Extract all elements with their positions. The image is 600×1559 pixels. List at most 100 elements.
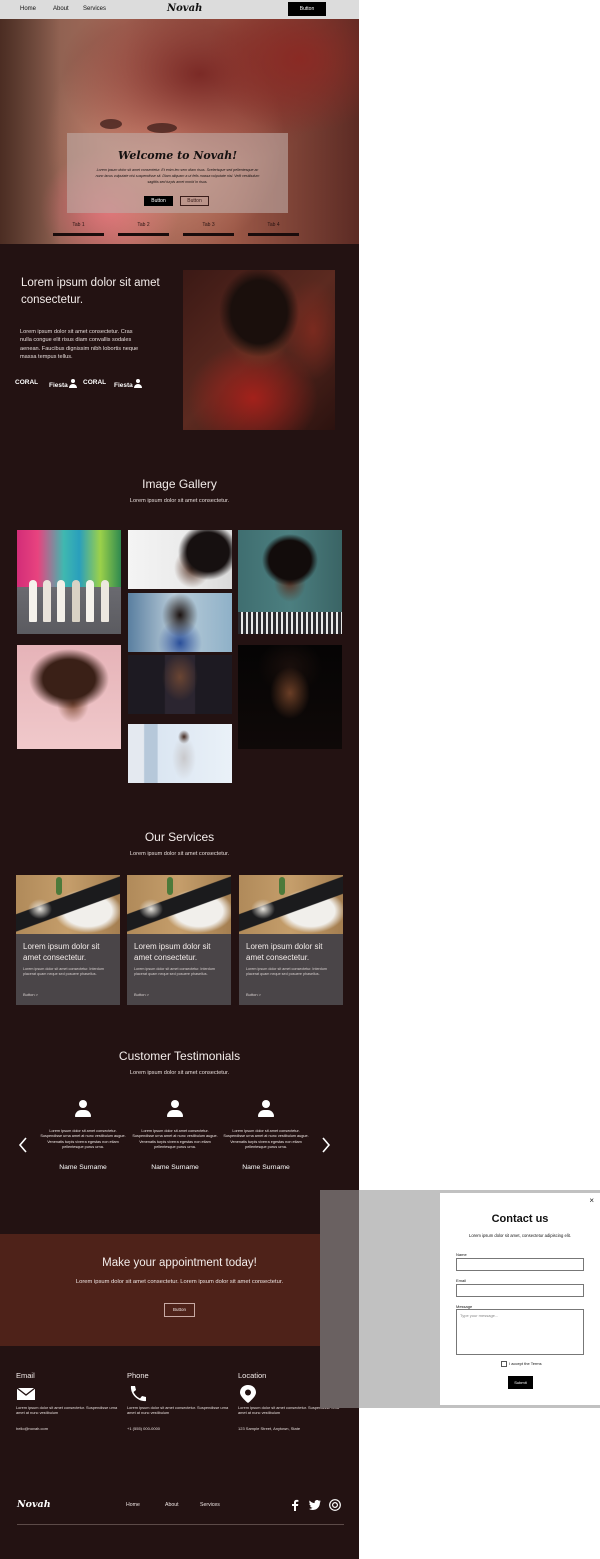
contact-modal: × Contact us Lorem ipsum dolor sit amet,… <box>440 1193 600 1405</box>
gallery-image-detail <box>57 580 65 622</box>
service-card-title: Lorem ipsum dolor sit amet consectetur. <box>23 942 100 962</box>
user-icon <box>133 379 142 388</box>
service-card-body: Lorem ipsum dolor sit amet consectetur. … <box>23 967 104 976</box>
nav-button[interactable]: Button <box>288 2 326 16</box>
terms-label[interactable]: I accept the Terms <box>509 1361 542 1366</box>
footer-divider <box>17 1524 344 1525</box>
instagram-icon[interactable] <box>329 1499 341 1511</box>
contact-phone-value[interactable]: +1 (555) 000-0000 <box>127 1426 160 1431</box>
services-subtitle: Lorem ipsum dolor sit amet consectetur. <box>129 851 230 857</box>
hero-title: Welcome to Novah! <box>117 149 238 162</box>
service-image-detail <box>56 877 62 895</box>
testimonial-name: Name Surname <box>59 1164 107 1171</box>
appointment-body: Lorem ipsum dolor sit amet consectetur. … <box>75 1279 284 1285</box>
message-textarea[interactable]: Type your message... <box>456 1309 584 1355</box>
footer-logo[interactable]: Novah <box>17 1499 51 1510</box>
service-card[interactable]: Lorem ipsum dolor sit amet consectetur. … <box>16 875 120 1005</box>
testimonials-title: Customer Testimonials <box>118 1049 241 1063</box>
gallery-image[interactable] <box>128 724 232 783</box>
hero-image-shade <box>0 19 60 244</box>
intro-portrait-image <box>183 270 335 430</box>
testimonial-name: Name Surname <box>151 1164 199 1171</box>
gallery-image[interactable] <box>238 530 342 634</box>
twitter-icon[interactable] <box>309 1499 321 1511</box>
facebook-icon[interactable] <box>289 1499 301 1511</box>
name-field[interactable] <box>456 1258 584 1271</box>
map-pin-icon <box>240 1385 256 1403</box>
intro-body: Lorem ipsum dolor sit amet consectetur. … <box>20 329 139 360</box>
hero-primary-button[interactable]: Button <box>144 196 173 206</box>
intro-title: Lorem ipsum dolor sit amet consectetur. <box>21 277 160 306</box>
service-card-body: Lorem ipsum dolor sit amet consectetur. … <box>134 967 215 976</box>
hero-tab-2[interactable]: Tab 2 <box>118 222 169 236</box>
footer-link-about[interactable]: About <box>165 1502 179 1508</box>
hero-tab-3[interactable]: Tab 3 <box>183 222 234 236</box>
gallery-image-detail <box>86 580 94 622</box>
brand-chip: CORAL <box>15 379 39 386</box>
name-label: Name <box>456 1252 467 1257</box>
service-card-title: Lorem ipsum dolor sit amet consectetur. <box>246 942 323 962</box>
brand-chip: Fiesta <box>49 379 77 389</box>
hero-image-detail <box>147 123 177 133</box>
modal-backdrop-edge <box>320 1190 359 1408</box>
hero-section: Welcome to Novah! Lorem ipsum dolor sit … <box>0 19 359 244</box>
gallery-image[interactable] <box>128 530 232 589</box>
gallery-image-detail <box>72 580 80 622</box>
nav-logo[interactable]: Novah <box>167 3 202 14</box>
phone-icon <box>130 1386 146 1402</box>
chevron-left-icon[interactable] <box>18 1137 28 1153</box>
chevron-right-icon[interactable] <box>321 1137 331 1153</box>
gallery-image-detail <box>29 580 37 622</box>
testimonials-subtitle: Lorem ipsum dolor sit amet consectetur. <box>129 1070 230 1076</box>
gallery-image[interactable] <box>238 645 342 749</box>
landing-page: Home About Services Novah Button Welcome… <box>0 0 359 1559</box>
service-card[interactable]: Lorem ipsum dolor sit amet consectetur. … <box>127 875 231 1005</box>
avatar-icon <box>75 1100 91 1117</box>
message-placeholder: Type your message... <box>460 1313 499 1318</box>
modal-title: Contact us <box>491 1213 549 1225</box>
gallery-image[interactable] <box>17 530 121 634</box>
email-label: Email <box>456 1278 467 1283</box>
close-icon[interactable]: × <box>589 1196 594 1205</box>
contact-email-body: Lorem ipsum dolor sit amet consectetur. … <box>16 1405 118 1416</box>
gallery-image[interactable] <box>128 593 232 652</box>
hero-tab-1[interactable]: Tab 1 <box>53 222 104 236</box>
contact-email-label: Email <box>16 1371 35 1380</box>
service-image <box>239 875 343 934</box>
gallery-image-detail <box>43 580 51 622</box>
envelope-icon <box>16 1387 36 1400</box>
appointment-title: Make your appointment today! <box>102 1257 257 1269</box>
service-card-button[interactable]: Button > <box>246 992 261 997</box>
service-image <box>16 875 120 934</box>
testimonial-quote: Lorem ipsum dolor sit amet consectetur. … <box>40 1129 126 1149</box>
gallery-image[interactable] <box>17 645 121 749</box>
testimonial-quote: Lorem ipsum dolor sit amet consectetur. … <box>223 1129 309 1149</box>
gallery-image[interactable] <box>128 655 232 714</box>
modal-subtitle: Lorem ipsum dolor sit amet, consectetur … <box>469 1233 571 1238</box>
footer-link-home[interactable]: Home <box>126 1502 140 1508</box>
top-nav: Home About Services Novah Button <box>0 0 359 19</box>
brand-chips: CORAL Fiesta CORAL Fiesta <box>15 379 155 391</box>
appointment-button[interactable]: Button <box>164 1303 195 1317</box>
service-image-detail <box>167 877 173 895</box>
hero-secondary-button[interactable]: Button <box>180 196 209 206</box>
brand-chip: CORAL <box>83 379 107 386</box>
service-card-button[interactable]: Button > <box>23 992 38 997</box>
footer-link-services[interactable]: Services <box>200 1502 220 1508</box>
nav-link-services[interactable]: Services <box>83 6 106 12</box>
service-card-button[interactable]: Button > <box>134 992 149 997</box>
service-card[interactable]: Lorem ipsum dolor sit amet consectetur. … <box>239 875 343 1005</box>
appointment-section: Make your appointment today! Lorem ipsum… <box>0 1234 359 1346</box>
email-field[interactable] <box>456 1284 584 1297</box>
user-icon <box>68 379 77 388</box>
terms-checkbox[interactable] <box>501 1361 507 1367</box>
hero-image-detail <box>100 119 122 129</box>
nav-link-home[interactable]: Home <box>20 6 36 12</box>
avatar-icon <box>258 1100 274 1117</box>
submit-button[interactable]: Submit <box>508 1376 533 1389</box>
contact-email-value[interactable]: hello@novah.com <box>16 1426 48 1431</box>
services-title: Our Services <box>144 830 215 844</box>
testimonial-name: Name Surname <box>242 1164 290 1171</box>
nav-link-about[interactable]: About <box>53 6 69 12</box>
hero-tab-4[interactable]: Tab 4 <box>248 222 299 236</box>
